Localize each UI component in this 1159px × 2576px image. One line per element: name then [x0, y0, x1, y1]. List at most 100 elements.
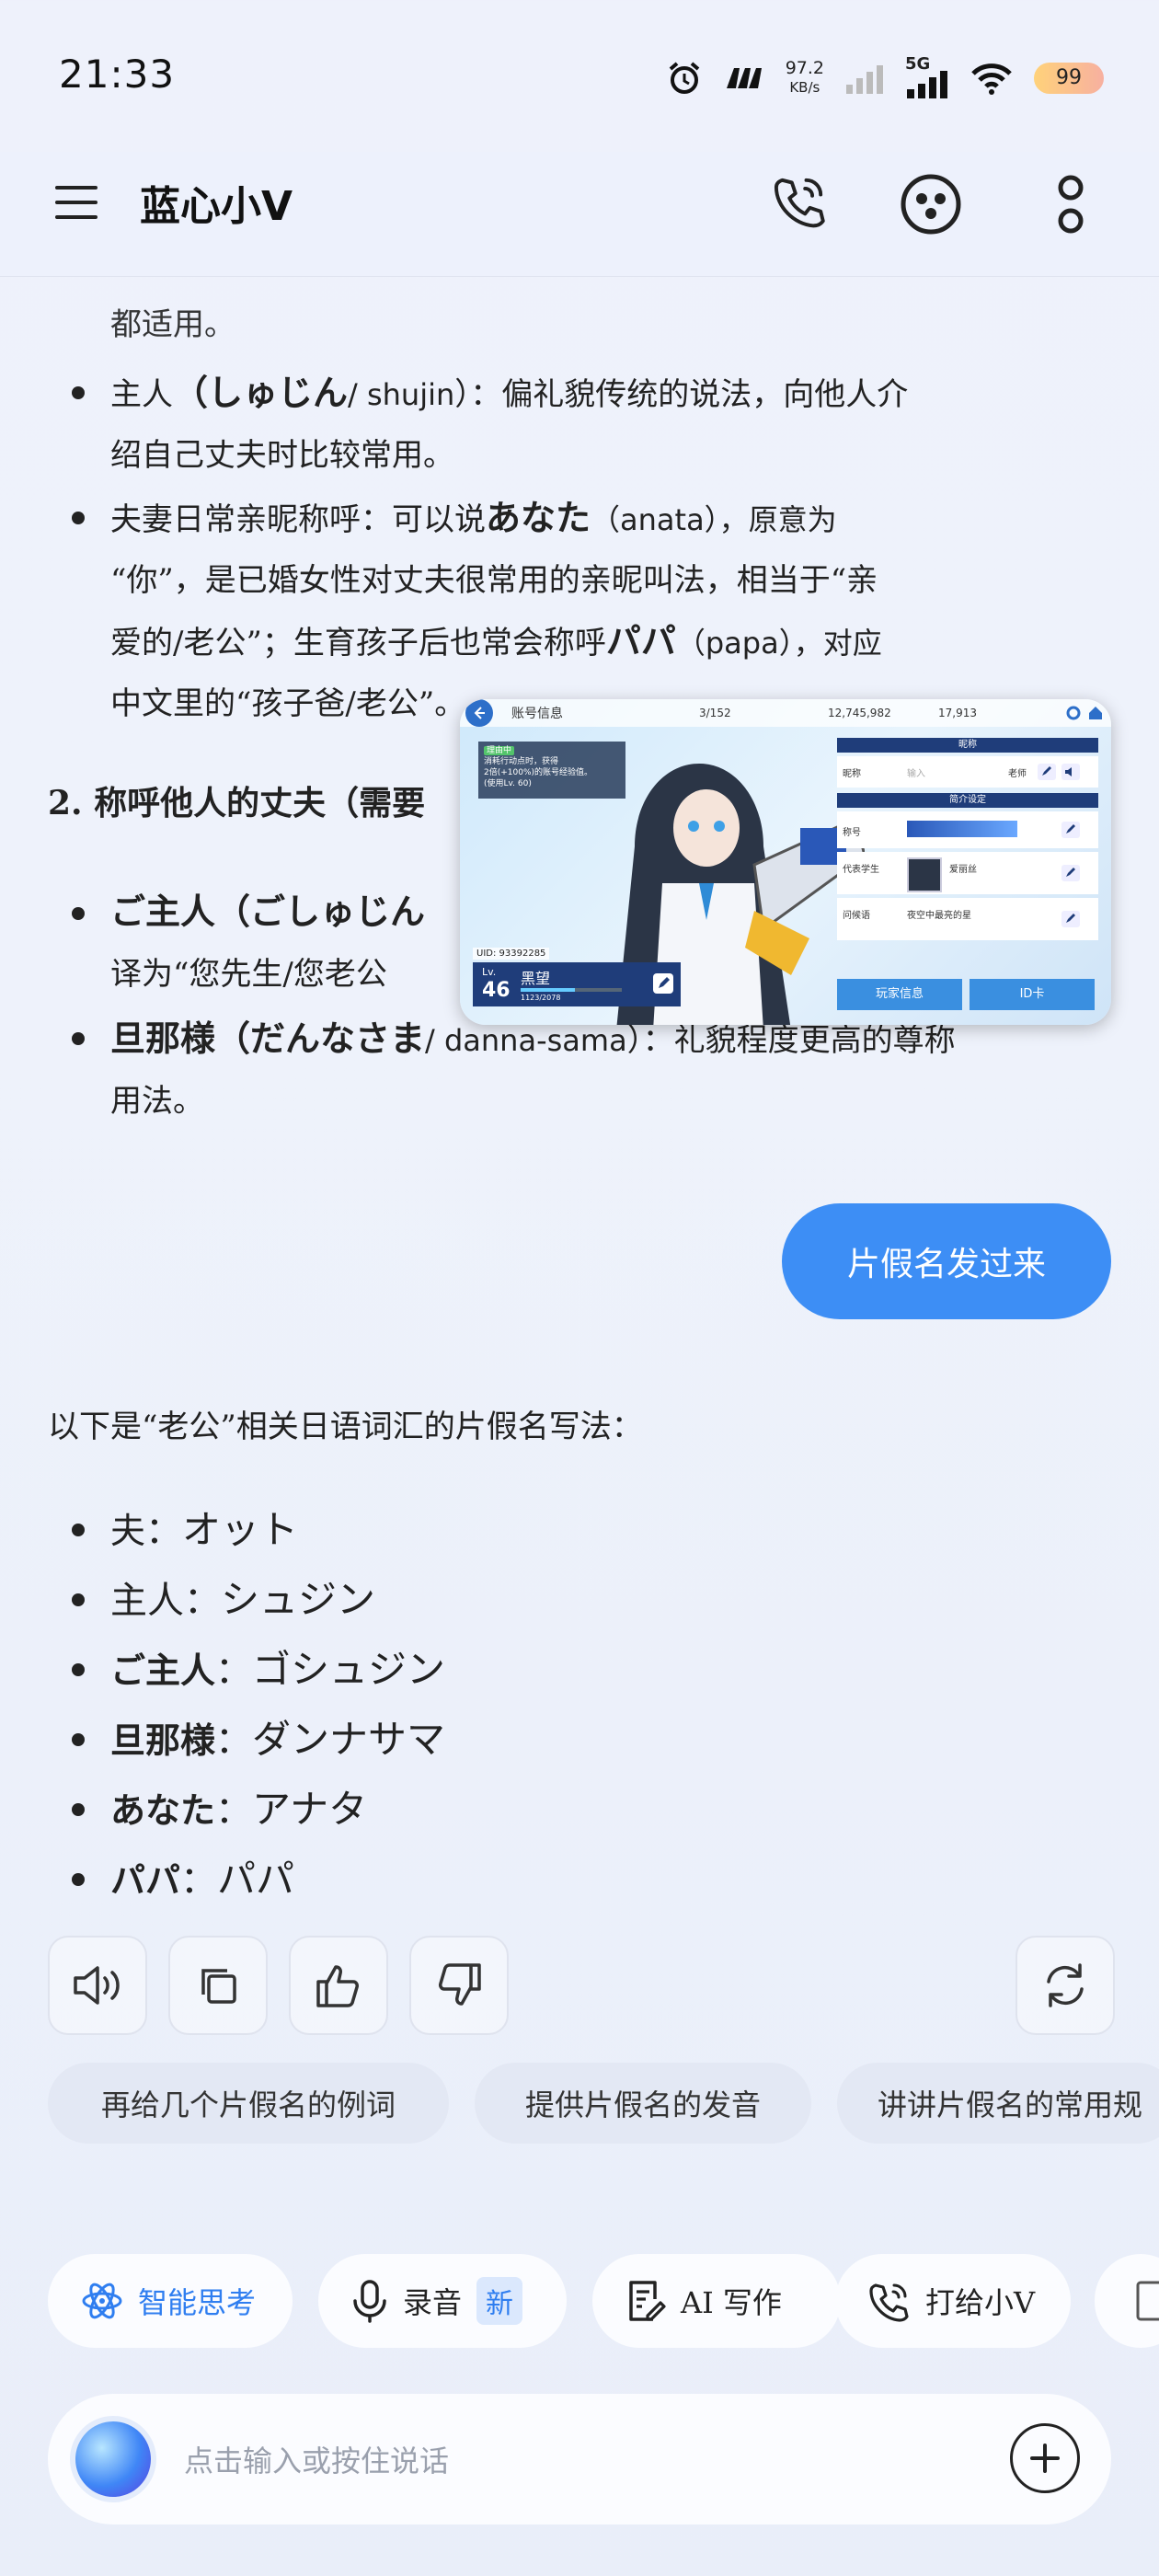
list-item: あなた：アナタ [110, 1787, 368, 1832]
list-item: 夫：オット [110, 1507, 299, 1552]
dislike-button[interactable] [409, 1936, 509, 2035]
game-top-bar: 账号信息 3/152 12,745,982 17,913 [460, 699, 1111, 727]
player-card: Lv. 46 黑望 1123/2078 [473, 962, 681, 1006]
tool-label: 智能思考 [138, 2285, 257, 2320]
ai-write-button[interactable]: AI 写作 [592, 2254, 841, 2348]
network-speed: 97.2 KB/s [785, 58, 824, 97]
add-button[interactable] [1010, 2423, 1080, 2493]
back-button[interactable] [465, 699, 493, 727]
share-icon[interactable] [900, 173, 962, 236]
speaker-icon[interactable] [1061, 764, 1080, 780]
like-button[interactable] [289, 1936, 388, 2035]
edit-icon[interactable] [1061, 865, 1080, 881]
player-name: 黑望 [521, 970, 551, 987]
record-button[interactable]: 录音 新 [318, 2254, 567, 2348]
list-item: 主人：シュジン [110, 1577, 376, 1622]
call-xiaov-button[interactable]: 打给小V [835, 2254, 1071, 2348]
document-icon [1136, 2281, 1159, 2321]
signal-5g: 5G [905, 54, 949, 98]
title-row[interactable]: 称号 [837, 811, 1098, 848]
microphone-icon [353, 2280, 386, 2323]
copy-icon [201, 1969, 236, 2004]
answer-line-cut: 都适用。 [110, 306, 235, 343]
suggestion-chip[interactable]: 提供片假名的发音 [475, 2063, 811, 2144]
tool-label: AI 写作 [681, 2285, 782, 2320]
gear-icon[interactable] [1065, 705, 1082, 721]
signal-weak-icon [846, 65, 883, 94]
thumbs-up-icon [316, 1965, 359, 2007]
wifi-icon [971, 63, 1012, 95]
new-badge: 新 [476, 2277, 523, 2325]
bullet-master: 主人（しゅじん/ shujin）：偏礼貌传统的说法，向他人介 绍自己丈夫时比较常… [110, 373, 909, 474]
player-level: 46 [482, 979, 511, 1002]
student-avatar [907, 857, 942, 892]
bullet-dot [72, 1873, 85, 1886]
bullet-dot [72, 512, 85, 524]
bullet-danna: 旦那様（だんなさま/ danna-sama）：礼貌程度更高的尊称 用法。 [110, 1018, 956, 1120]
speaker-button[interactable] [48, 1936, 147, 2035]
bullet-dot [72, 1663, 85, 1676]
list-item: 旦那様：ダンナサマ [110, 1717, 446, 1762]
bullet-dot [72, 907, 85, 920]
speaker-icon [74, 1966, 120, 2005]
id-card-button[interactable]: ID卡 [970, 979, 1095, 1010]
input-bar[interactable]: 点击输入或按住说话 [48, 2394, 1111, 2524]
gold-value: 12,745,982 [828, 707, 891, 719]
phone-call-icon [869, 2283, 909, 2322]
suggestion-chip[interactable]: 再给几个片假名的例词 [48, 2063, 449, 2144]
bullet-dot [72, 1593, 85, 1606]
gems-value: 17,913 [938, 707, 977, 719]
plus-icon [1030, 2444, 1060, 2473]
bullet-dot [72, 1803, 85, 1816]
bullet-dot [72, 1032, 85, 1045]
thumbs-down-icon [439, 1963, 481, 2006]
home-icon[interactable] [1087, 705, 1104, 721]
smart-think-button[interactable]: 智能思考 [48, 2254, 293, 2348]
tool-label: 录音 [403, 2285, 463, 2320]
player-info-button[interactable]: 玩家信息 [837, 979, 962, 1010]
edit-icon[interactable] [1061, 911, 1080, 927]
arrow-left-icon [474, 707, 485, 719]
more-tool-button[interactable] [1095, 2254, 1159, 2348]
status-bar: 21:33 97.2 KB/s 5G 99 [0, 0, 1159, 152]
app-logo-icon [726, 68, 762, 88]
edit-icon[interactable] [1061, 822, 1080, 838]
nickname-row[interactable]: 昵称 输入 老师 [837, 756, 1098, 788]
user-message-bubble[interactable]: 片假名发过来 [782, 1203, 1111, 1319]
suggestion-chip[interactable]: 讲讲片假名的常用规 [837, 2063, 1159, 2144]
profile-panel: 昵称 昵称 输入 老师 简介设定 称号 代表学生 爱丽丝 问候语 夜空中最亮的星… [837, 738, 1098, 1014]
alarm-icon [669, 62, 699, 94]
battery-indicator: 99 [1034, 63, 1104, 94]
student-row[interactable]: 代表学生 爱丽丝 [837, 852, 1098, 894]
list-item: パパ：パパ [110, 1857, 295, 1902]
game-window-title: 账号信息 [511, 707, 563, 721]
floating-game-window[interactable]: 账号信息 3/152 12,745,982 17,913 理由中 消耗行动点时，… [460, 699, 1111, 1025]
menu-icon[interactable] [55, 184, 98, 221]
app-title: 蓝心小V [140, 183, 293, 230]
status-time: 21:33 [59, 52, 176, 97]
exp-value: 1123/2078 [521, 994, 561, 1002]
section-heading: 2. 称呼他人的丈夫（需要 [48, 784, 426, 822]
answer-intro: 以下是“老公”相关日语词汇的片假名写法： [48, 1409, 643, 1445]
phone-call-icon[interactable] [773, 173, 828, 228]
edit-icon[interactable] [653, 973, 673, 994]
energy-value: 3/152 [699, 707, 731, 719]
atom-icon [82, 2283, 122, 2319]
regenerate-button[interactable] [1016, 1936, 1115, 2035]
input-placeholder[interactable]: 点击输入或按住说话 [184, 2438, 449, 2480]
bullet-dot [72, 386, 85, 399]
status-icons: 97.2 KB/s 5G 99 [666, 54, 1104, 101]
assistant-orb-icon[interactable] [75, 2421, 151, 2497]
bullet-dot [72, 1524, 85, 1536]
list-item: ご主人：ゴシュジン [110, 1647, 446, 1692]
copy-button[interactable] [168, 1936, 268, 2035]
tool-label: 打给小V [925, 2285, 1036, 2320]
greeting-row[interactable]: 问候语 夜空中最亮的星 [837, 898, 1098, 940]
bullet-couple: 夫妻日常亲昵称呼：可以说あなた（anata），原意为 “你”，是已婚女性对丈夫很… [110, 498, 882, 722]
uid-label: UID: 93392285 [473, 948, 550, 960]
regenerate-icon [1047, 1963, 1084, 2007]
exp-bar [521, 988, 622, 992]
edit-icon[interactable] [1038, 764, 1056, 780]
more-icon[interactable] [1054, 173, 1087, 236]
bullet-dot [72, 1733, 85, 1746]
